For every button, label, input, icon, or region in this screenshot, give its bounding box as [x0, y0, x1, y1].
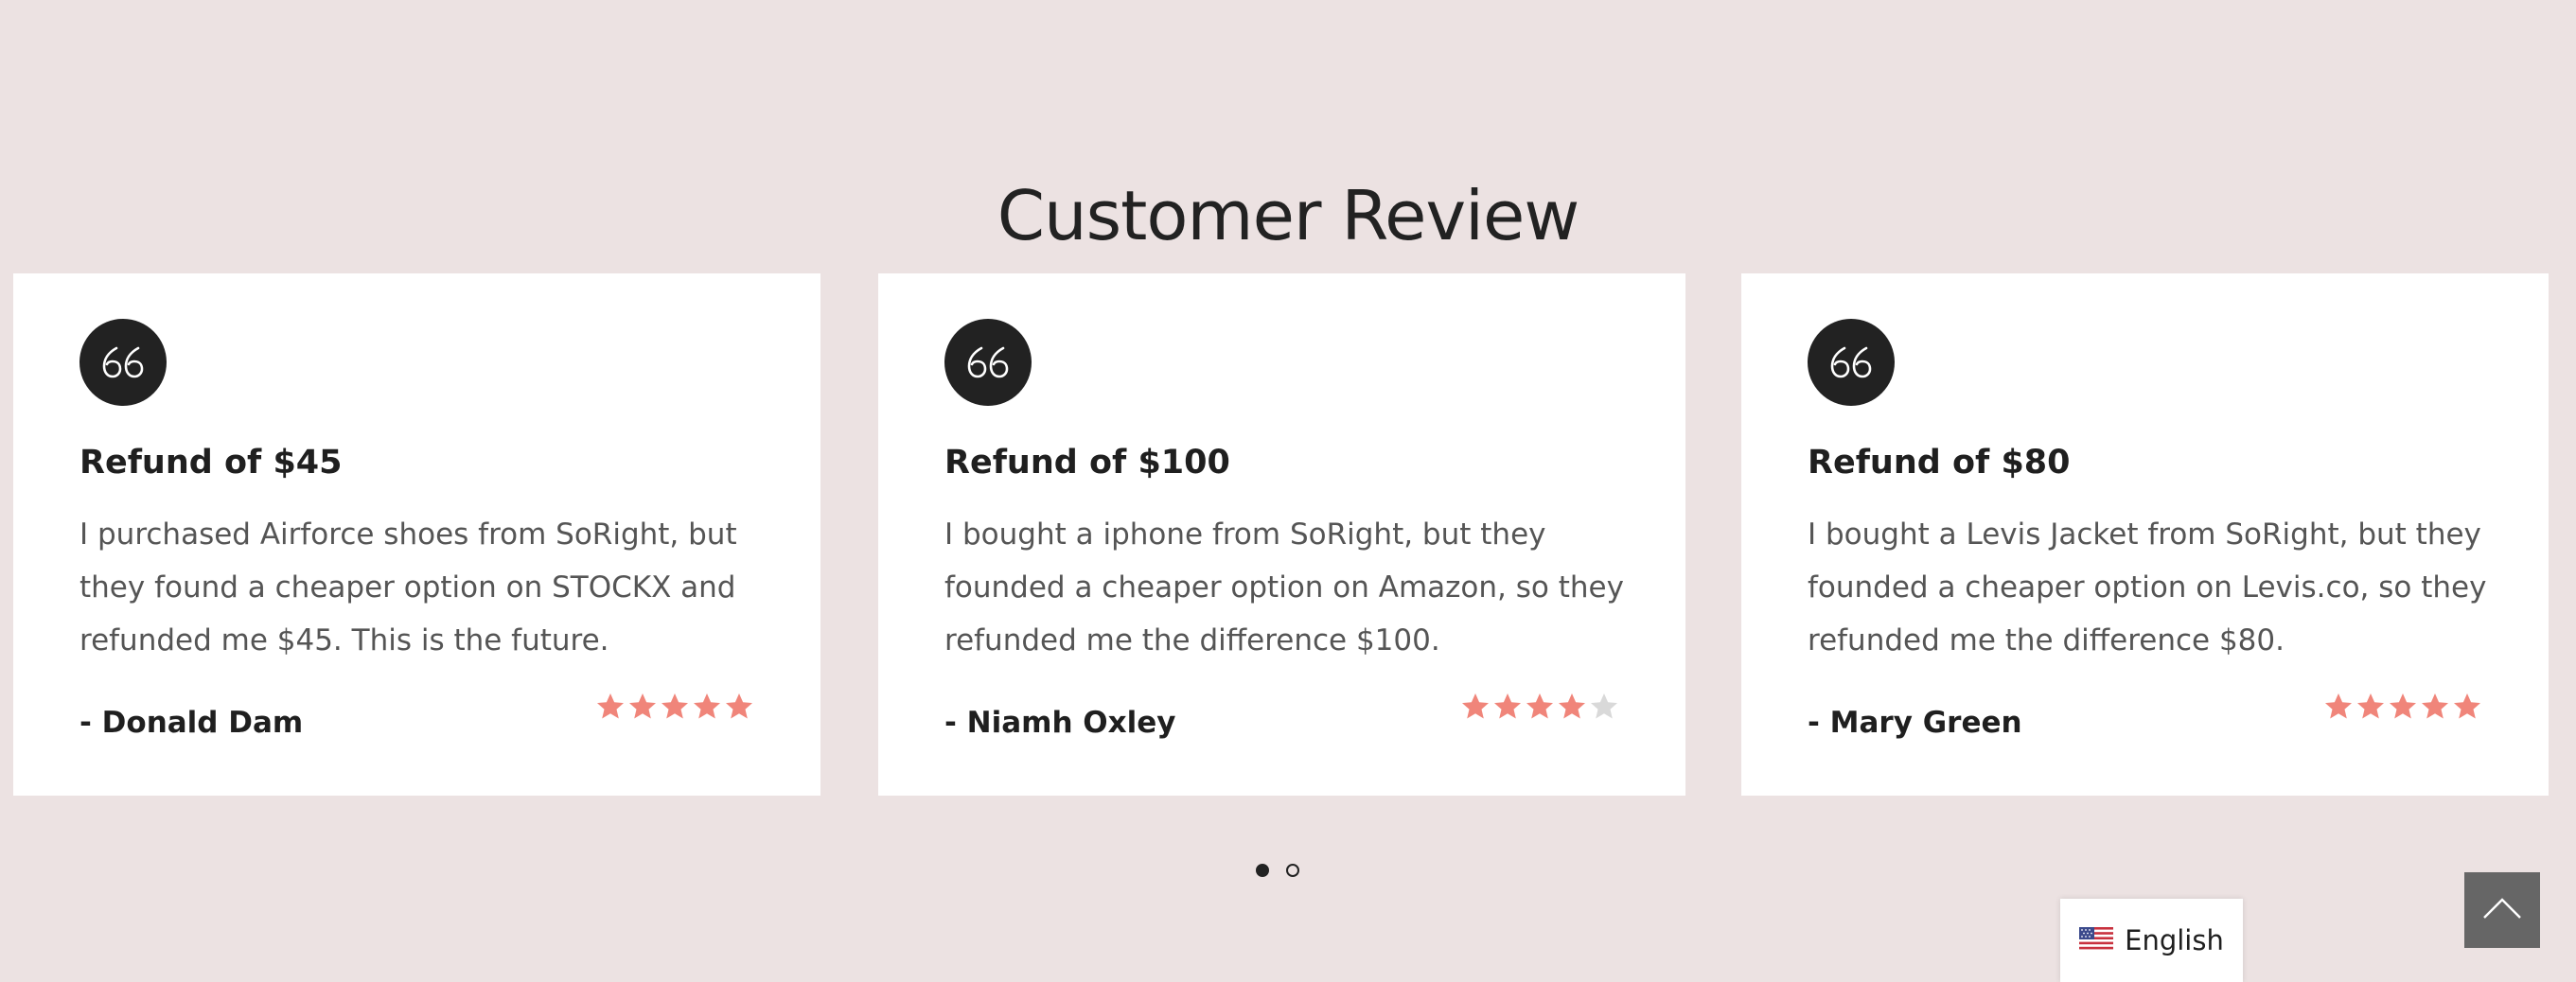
star-filled-icon — [662, 693, 688, 719]
carousel-dot-2[interactable] — [1286, 864, 1299, 877]
quote-icon — [79, 319, 167, 406]
review-card: Refund of $80 I bought a Levis Jacket fr… — [1741, 273, 2549, 796]
back-to-top-button[interactable] — [2464, 872, 2540, 948]
star-filled-icon — [694, 693, 720, 719]
review-author: - Mary Green — [1808, 706, 2022, 740]
star-filled-icon — [1494, 693, 1521, 719]
star-rating — [595, 692, 754, 722]
star-filled-icon — [597, 693, 624, 719]
star-filled-icon — [2454, 693, 2480, 719]
review-author: - Donald Dam — [79, 706, 304, 740]
star-filled-icon — [726, 693, 752, 719]
star-empty-icon — [1591, 693, 1617, 719]
review-body: I bought a Levis Jacket from SoRight, bu… — [1808, 517, 2487, 658]
review-body: I bought a iphone from SoRight, but they… — [944, 517, 1624, 658]
language-switcher[interactable]: English — [2060, 899, 2243, 982]
review-body: I purchased Airforce shoes from SoRight,… — [79, 517, 737, 658]
star-rating — [1460, 692, 1619, 722]
star-filled-icon — [2325, 693, 2352, 719]
review-card: Refund of $100 I bought a iphone from So… — [878, 273, 1685, 796]
quote-icon — [1808, 319, 1895, 406]
star-filled-icon — [2357, 693, 2384, 719]
star-filled-icon — [1526, 693, 1553, 719]
us-flag-icon — [2079, 927, 2114, 954]
review-heading: Refund of $45 — [79, 444, 343, 482]
review-heading: Refund of $80 — [1808, 444, 2071, 482]
star-filled-icon — [1559, 693, 1585, 719]
carousel-pagination — [1256, 864, 1299, 877]
section-title: Customer Review — [997, 175, 1580, 255]
star-filled-icon — [1462, 693, 1489, 719]
star-filled-icon — [629, 693, 656, 719]
chevron-up-icon — [2482, 897, 2522, 923]
language-label: English — [2125, 924, 2224, 956]
quote-icon — [944, 319, 1032, 406]
review-author: - Niamh Oxley — [944, 706, 1176, 740]
star-rating — [2323, 692, 2482, 722]
review-heading: Refund of $100 — [944, 444, 1230, 482]
carousel-dot-1[interactable] — [1256, 864, 1269, 877]
star-filled-icon — [2422, 693, 2448, 719]
review-card: Refund of $45 I purchased Airforce shoes… — [13, 273, 820, 796]
star-filled-icon — [2390, 693, 2416, 719]
reviews-carousel: Refund of $45 I purchased Airforce shoes… — [13, 273, 2550, 796]
